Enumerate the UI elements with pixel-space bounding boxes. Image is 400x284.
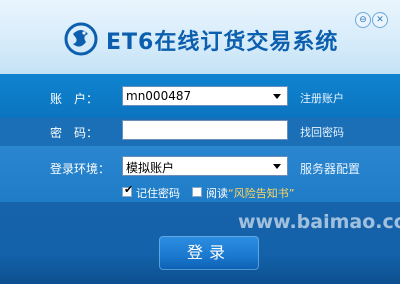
login-window: ET6在线订货交易系统 ⊖ ✕ 账 户： mn000487 注册账户 密 码： …: [0, 0, 400, 284]
minimize-button[interactable]: ⊖: [355, 12, 371, 28]
agreement-prefix: 阅读: [206, 187, 228, 200]
remember-password-label: 记住密码: [136, 187, 180, 200]
window-header: ET6在线订货交易系统 ⊖ ✕: [0, 0, 400, 74]
environment-label: 登录环境：: [50, 162, 111, 176]
remember-password-checkbox[interactable]: ✔: [122, 183, 134, 197]
password-label: 密 码：: [50, 126, 99, 140]
agreement-checkbox[interactable]: [192, 187, 202, 197]
agreement-label: 阅读“风险告知书”: [206, 185, 294, 201]
password-field[interactable]: [122, 120, 288, 140]
account-select[interactable]: mn000487: [122, 86, 288, 106]
account-label: 账 户：: [50, 92, 99, 106]
environment-select[interactable]: 模拟账户: [122, 156, 288, 176]
dragon-logo-icon: [64, 22, 98, 56]
close-button[interactable]: ✕: [372, 12, 388, 28]
chevron-down-icon: [273, 164, 281, 169]
environment-value: 模拟账户: [126, 161, 175, 175]
watermark: www.baimao.com: [238, 211, 400, 233]
account-value: mn000487: [126, 89, 192, 103]
risk-notice-link[interactable]: “风险告知书”: [228, 187, 294, 200]
login-button[interactable]: 登录: [159, 236, 259, 270]
register-account-link[interactable]: 注册账户: [300, 90, 344, 106]
app-title: ET6在线订货交易系统: [106, 30, 339, 55]
recover-password-link[interactable]: 找回密码: [300, 124, 344, 140]
server-config-link[interactable]: 服务器配置: [300, 160, 360, 177]
chevron-down-icon: [273, 94, 281, 99]
check-icon: ✔: [124, 183, 134, 196]
